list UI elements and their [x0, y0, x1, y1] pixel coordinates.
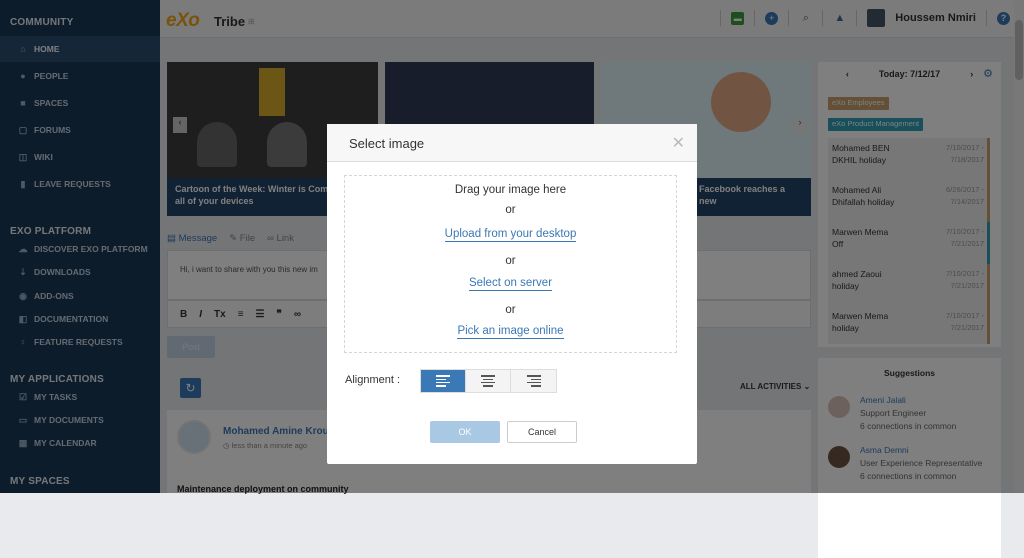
close-icon[interactable]: ✕	[672, 133, 685, 153]
align-center-icon	[481, 375, 495, 387]
align-right-button[interactable]	[511, 370, 556, 392]
drag-instruction: Drag your image here	[454, 184, 567, 196]
cancel-button[interactable]: Cancel	[507, 421, 577, 443]
align-left-button[interactable]	[421, 370, 466, 392]
align-right-icon	[526, 375, 541, 387]
align-left-icon	[436, 375, 450, 387]
alignment-label: Alignment :	[345, 374, 401, 386]
ok-button[interactable]: OK	[430, 421, 500, 443]
image-drop-zone[interactable]: Drag your image here or Upload from your…	[344, 175, 677, 353]
select-server-link[interactable]: Select on server	[345, 277, 676, 291]
alignment-group	[420, 369, 557, 393]
dialog-title: Select image	[349, 136, 425, 151]
or-separator: or	[505, 255, 516, 267]
or-separator: or	[505, 304, 516, 316]
align-center-button[interactable]	[466, 370, 511, 392]
dialog-header: Select image ✕	[327, 124, 697, 162]
select-image-dialog: Select image ✕ Drag your image here or U…	[327, 124, 697, 464]
or-separator: or	[505, 204, 516, 216]
upload-desktop-link[interactable]: Upload from your desktop	[345, 228, 676, 242]
pick-online-link[interactable]: Pick an image online	[345, 325, 676, 339]
